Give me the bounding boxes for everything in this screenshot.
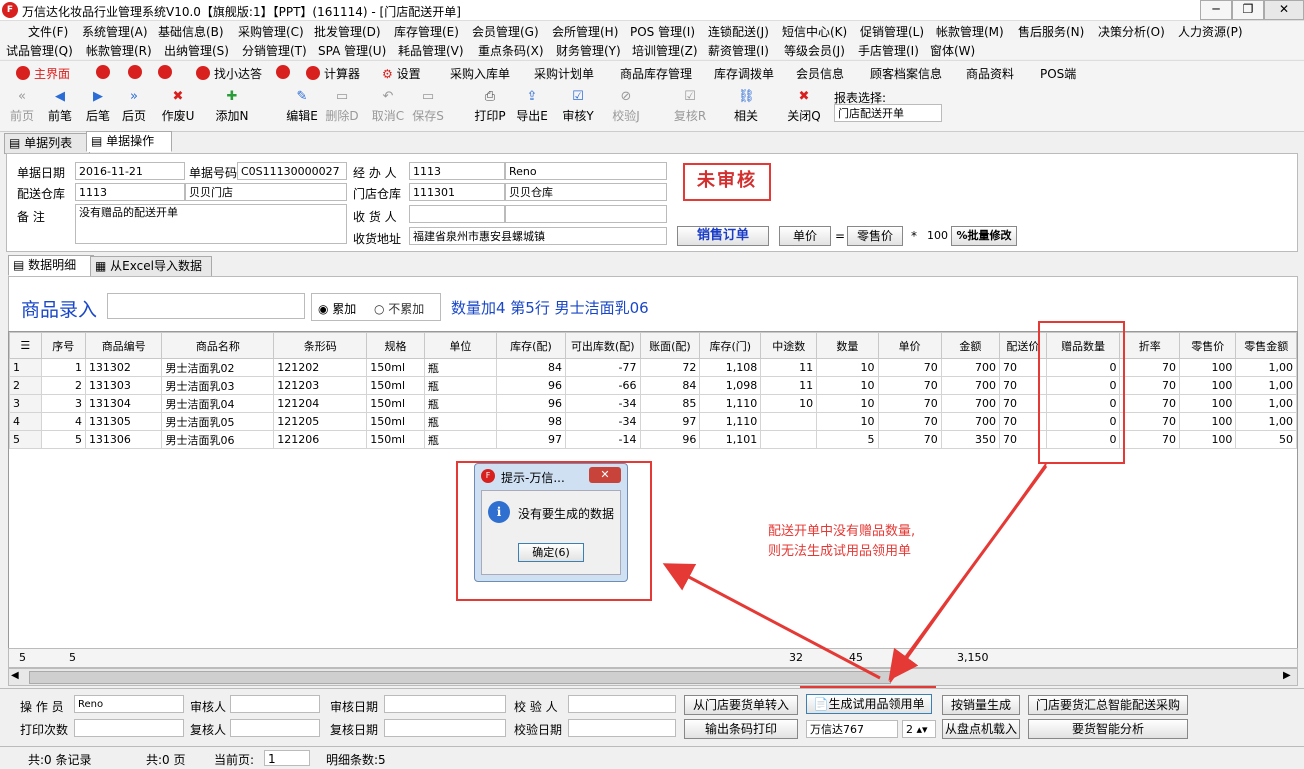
audit-date-label: 审核日期 [330,700,379,714]
status-bar: 共:0 条记录 共:0 页 当前页: 1 明细条数:5 [0,746,1304,769]
info-dialog: F 提示-万信... ✕ i 没有要生成的数据 确定(6) [474,463,628,582]
review-date-label: 复核日期 [330,723,379,737]
arrow-button-to-dialog [662,563,881,680]
transfer-from-store-order-button[interactable]: 从门店要货单转入 [684,695,798,715]
arrow-gift-to-gen-button [888,465,1048,681]
reviewer-label: 复核人 [190,723,227,737]
doc-icon: 📄 [813,697,829,711]
check-date-label: 校验日期 [514,723,563,737]
reviewer-field[interactable] [230,719,320,737]
info-icon: i [488,501,510,523]
operator-label: 操 作 员 [20,700,64,714]
operator-field[interactable]: Reno [74,695,184,713]
dialog-close-button[interactable]: ✕ [589,467,621,483]
spinner-arrows-icon[interactable]: ▴▾ [917,723,928,736]
copies-spinner[interactable]: 2 ▴▾ [902,720,936,738]
detail-count: 明细条数:5 [326,753,386,767]
dialog-message: 没有要生成的数据 [518,507,615,521]
annotation-arrows [662,463,1048,683]
smart-distribution-button[interactable]: 门店要货汇总智能配送采购 [1028,695,1188,715]
audit-date-field[interactable] [384,695,506,713]
check-date-field[interactable] [568,719,676,737]
generate-trial-requisition-button[interactable]: 📄生成试用品领用单 [806,694,932,714]
checker-label: 校 验 人 [514,700,558,714]
smart-analysis-button[interactable]: 要货智能分析 [1028,719,1188,739]
current-page-input[interactable]: 1 [264,750,310,766]
page-count: 共:0 页 [146,753,186,767]
print-count-label: 打印次数 [20,723,69,737]
dialog-logo-icon: F [481,469,495,483]
generate-by-sales-button[interactable]: 按销量生成 [942,695,1020,715]
load-from-stocktaker-button[interactable]: 从盘点机载入 [942,719,1020,739]
barcode-template-select[interactable]: 万信达767 [806,720,898,738]
bottom-panel: 操 作 员 Reno 审核人 审核日期 校 验 人 打印次数 复核人 复核日期 … [0,688,1304,745]
dialog-ok-button[interactable]: 确定(6) [518,543,584,562]
checker-field[interactable] [568,695,676,713]
auditor-field[interactable] [230,695,320,713]
print-count-field[interactable] [74,719,184,737]
print-barcode-button[interactable]: 输出条码打印 [684,719,798,739]
records-count: 共:0 条记录 [28,753,92,767]
current-page-label: 当前页: [214,753,255,767]
auditor-label: 审核人 [190,700,227,714]
review-date-field[interactable] [384,719,506,737]
dialog-title: 提示-万信... [501,471,565,485]
